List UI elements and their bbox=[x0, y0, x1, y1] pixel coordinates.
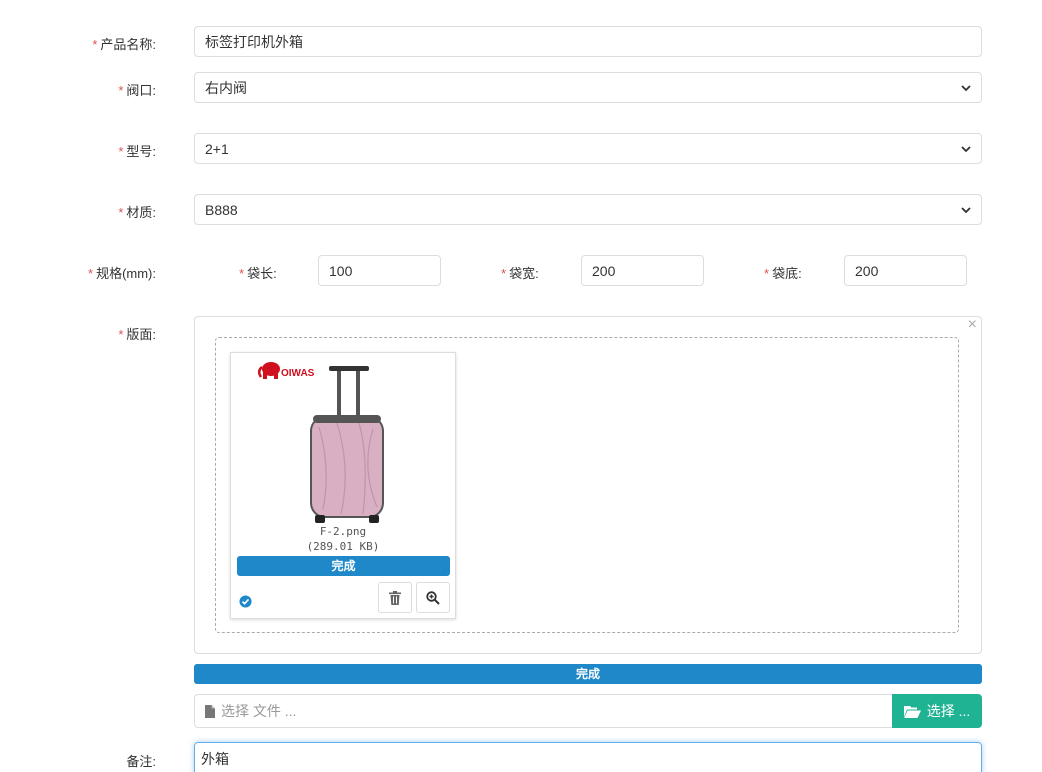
bag-width-input[interactable]: 200 bbox=[581, 255, 704, 286]
chevron-down-icon bbox=[961, 206, 971, 213]
model-select[interactable]: 2+1 bbox=[194, 133, 982, 164]
file-icon bbox=[205, 704, 215, 718]
valve-label: * 阀口: bbox=[118, 83, 156, 98]
file-thumbnail: OIWAS F-2.png (289.01 KB) 完成 bbox=[230, 352, 456, 619]
file-caption-input[interactable]: 选择 文件 ... bbox=[194, 694, 894, 728]
close-icon[interactable]: × bbox=[968, 317, 977, 333]
file-progress-bar: 完成 bbox=[237, 556, 450, 576]
required-mark: * bbox=[118, 83, 124, 98]
drop-zone[interactable]: OIWAS F-2.png (289.01 KB) 完成 bbox=[215, 337, 959, 633]
folder-open-icon bbox=[903, 705, 921, 718]
bag-length-input[interactable]: 100 bbox=[318, 255, 441, 286]
required-mark: * bbox=[118, 205, 124, 220]
browse-file-button[interactable]: 选择 ... bbox=[892, 694, 982, 728]
layout-label: * 版面: bbox=[118, 327, 156, 342]
bag-bottom-input[interactable]: 200 bbox=[844, 255, 967, 286]
trash-icon bbox=[389, 590, 401, 605]
product-name-input[interactable]: 标签打印机外箱 bbox=[194, 26, 982, 57]
chevron-down-icon bbox=[961, 84, 971, 91]
file-name: F-2.png bbox=[319, 525, 367, 538]
zoom-file-button[interactable] bbox=[416, 582, 450, 613]
bag-width-label: * 袋宽: bbox=[501, 266, 539, 281]
required-mark: * bbox=[118, 327, 124, 342]
check-circle-icon bbox=[239, 595, 252, 608]
remark-label: 备注: bbox=[126, 754, 156, 769]
required-mark: * bbox=[92, 37, 98, 52]
bag-bottom-label: * 袋底: bbox=[764, 266, 802, 281]
required-mark: * bbox=[118, 144, 124, 159]
material-label: * 材质: bbox=[118, 205, 156, 220]
spec-label: * 规格(mm): bbox=[88, 266, 156, 281]
model-label: * 型号: bbox=[118, 144, 156, 159]
svg-text:OIWAS: OIWAS bbox=[281, 368, 315, 379]
brand-logo: OIWAS bbox=[258, 362, 315, 379]
product-name-label: * 产品名称: bbox=[92, 37, 156, 52]
chevron-down-icon bbox=[961, 145, 971, 152]
upload-preview-box: × OIWAS F-2.png (289.01 KB) 完成 bbox=[194, 316, 982, 654]
upload-progress-bar: 完成 bbox=[194, 664, 982, 684]
material-select[interactable]: B888 bbox=[194, 194, 982, 225]
required-mark: * bbox=[764, 266, 770, 281]
required-mark: * bbox=[501, 266, 507, 281]
zoom-in-icon bbox=[426, 590, 440, 605]
file-size: (289.01 KB) bbox=[306, 540, 380, 553]
remark-input[interactable]: 外箱 bbox=[194, 742, 982, 772]
valve-select[interactable]: 右内阀 bbox=[194, 72, 982, 103]
suitcase-image: OIWAS bbox=[258, 362, 384, 523]
required-mark: * bbox=[239, 266, 245, 281]
delete-file-button[interactable] bbox=[378, 582, 412, 613]
bag-length-label: * 袋长: bbox=[239, 266, 277, 281]
required-mark: * bbox=[88, 266, 94, 281]
